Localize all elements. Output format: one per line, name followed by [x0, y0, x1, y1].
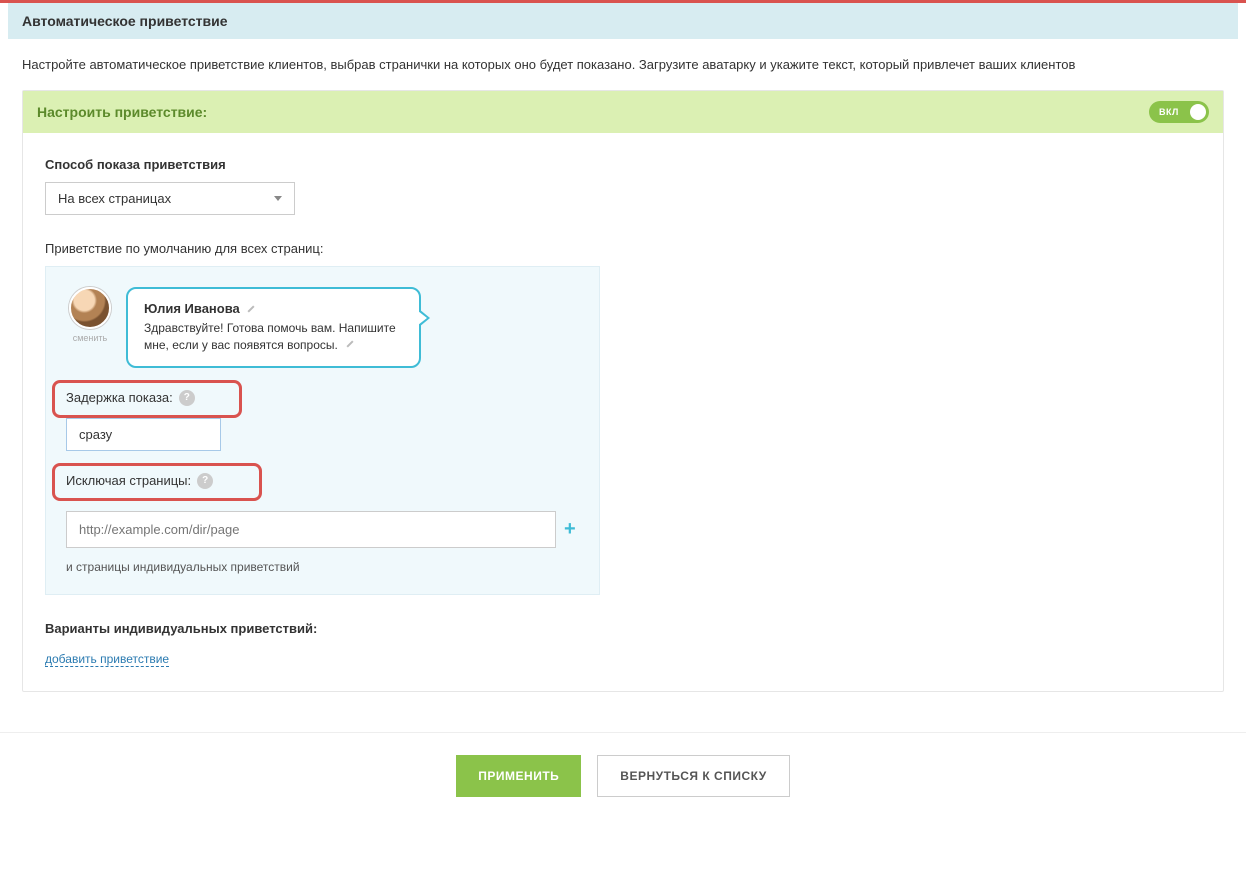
- page-title: Автоматическое приветствие: [8, 3, 1238, 39]
- display-method-select[interactable]: На всех страницах: [45, 182, 295, 215]
- operator-name: Юлия Иванова: [144, 301, 240, 316]
- variants-label: Варианты индивидуальных приветствий:: [45, 621, 1201, 636]
- apply-button[interactable]: ПРИМЕНИТЬ: [456, 755, 581, 797]
- pencil-icon[interactable]: [246, 304, 256, 314]
- add-greeting-link[interactable]: добавить приветствие: [45, 652, 169, 667]
- toggle-label: ВКЛ: [1159, 107, 1179, 117]
- enable-toggle[interactable]: ВКЛ: [1149, 101, 1209, 123]
- change-avatar-link[interactable]: сменить: [73, 333, 108, 343]
- delay-select[interactable]: сразу: [66, 418, 221, 451]
- greeting-message: Здравствуйте! Готова помочь вам. Напишит…: [144, 321, 396, 352]
- help-icon[interactable]: ?: [179, 390, 195, 406]
- display-method-value: На всех страницах: [58, 191, 171, 206]
- settings-panel: Настроить приветствие: ВКЛ Способ показа…: [22, 90, 1224, 692]
- help-icon[interactable]: ?: [197, 473, 213, 489]
- settings-header-title: Настроить приветствие:: [37, 104, 207, 120]
- chevron-down-icon: [274, 196, 282, 201]
- toggle-knob: [1190, 104, 1206, 120]
- back-button[interactable]: ВЕРНУТЬСЯ К СПИСКУ: [597, 755, 789, 797]
- operator-avatar[interactable]: [69, 287, 111, 329]
- greeting-preview-area: сменить Юлия Иванова Здравствуйте! Готов…: [45, 266, 600, 595]
- greeting-bubble: Юлия Иванова Здравствуйте! Готова помочь…: [126, 287, 421, 368]
- footer-actions: ПРИМЕНИТЬ ВЕРНУТЬСЯ К СПИСКУ: [0, 733, 1246, 819]
- add-url-button[interactable]: +: [564, 519, 576, 539]
- exclude-url-input[interactable]: [66, 511, 556, 548]
- delay-value: сразу: [79, 427, 112, 442]
- pencil-icon[interactable]: [345, 339, 355, 349]
- exclude-label: Исключая страницы:: [66, 473, 191, 488]
- display-method-label: Способ показа приветствия: [45, 157, 1201, 172]
- settings-header: Настроить приветствие: ВКЛ: [23, 91, 1223, 133]
- delay-label: Задержка показа:: [66, 390, 173, 405]
- exclude-note: и страницы индивидуальных приветствий: [66, 560, 579, 574]
- intro-text: Настройте автоматическое приветствие кли…: [8, 39, 1238, 90]
- default-greeting-label: Приветствие по умолчанию для всех страни…: [45, 241, 1201, 256]
